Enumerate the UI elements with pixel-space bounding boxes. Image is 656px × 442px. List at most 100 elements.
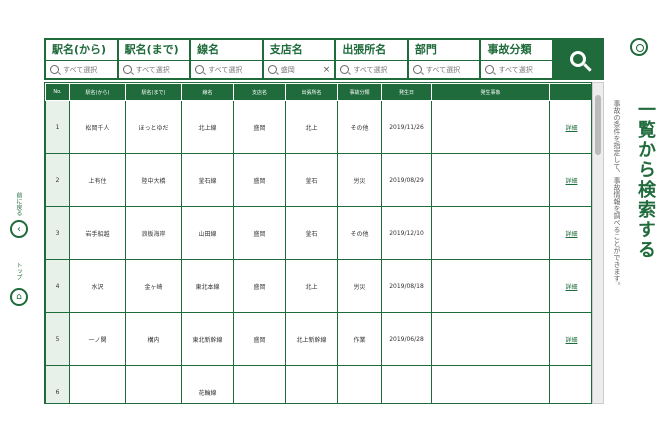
filter-5: 部門 すべて選択 bbox=[408, 40, 482, 78]
cell-to bbox=[125, 365, 182, 403]
results-table: No. 駅名(から) 駅名(まで) 線名 支店名 出張所名 事故分類 発生日 発生事象 1 松岡千… bbox=[45, 83, 591, 403]
filter-select[interactable]: すべて選択 bbox=[336, 61, 407, 78]
filter-select[interactable]: すべて選択 bbox=[481, 61, 552, 78]
search-icon bbox=[50, 65, 59, 74]
filter-title: 駅名(まで) bbox=[118, 40, 190, 61]
detail-link[interactable]: 詳細 bbox=[549, 312, 591, 366]
cell-office: 釜石 bbox=[285, 153, 338, 207]
filter-value: すべて選択 bbox=[498, 65, 533, 74]
detail-link[interactable]: 詳細 bbox=[549, 100, 591, 154]
filter-value: すべて選択 bbox=[208, 65, 243, 74]
detail-link[interactable] bbox=[549, 365, 591, 403]
cell-to: 陸中大橋 bbox=[125, 153, 182, 207]
cell-office: 北上新幹線 bbox=[285, 312, 338, 366]
cell-from: 岩手船越 bbox=[69, 206, 126, 260]
filter-select[interactable]: すべて選択 bbox=[46, 61, 117, 78]
cell-type: 労災 bbox=[337, 153, 382, 207]
table-header: No. 駅名(から) 駅名(まで) 線名 支店名 出張所名 事故分類 発生日 発生事象 bbox=[45, 83, 591, 101]
cell-date: 2019/12/10 bbox=[381, 206, 432, 260]
search-icon bbox=[267, 65, 277, 74]
table-row[interactable]: 2 上有住 陸中大橋 釜石線 盛岡 釜石 労災 2019/08/29 詳細 bbox=[45, 153, 591, 207]
cell-line: 北上線 bbox=[181, 100, 234, 154]
screen: 駅名(から) すべて選択 駅名(まで) すべて選択 線名 すべて選択 支店名 盛… bbox=[0, 0, 656, 442]
filter-title: 事故分類 bbox=[481, 40, 553, 61]
column-header: 出張所名 bbox=[285, 83, 338, 101]
search-icon bbox=[340, 65, 350, 74]
search-button[interactable] bbox=[554, 40, 603, 78]
top-nav[interactable]: トップ ⌂ bbox=[10, 262, 28, 306]
column-header: 線名 bbox=[181, 83, 234, 101]
back-nav[interactable]: 前に戻る ‹ bbox=[10, 192, 28, 238]
cell-description bbox=[431, 259, 550, 313]
cell-type: その他 bbox=[337, 100, 382, 154]
column-header: 支店名 bbox=[233, 83, 286, 101]
search-icon bbox=[630, 38, 648, 56]
cell-type: 作業 bbox=[337, 312, 382, 366]
search-icon bbox=[570, 51, 587, 67]
clear-icon[interactable]: × bbox=[323, 65, 331, 75]
filter-1: 駅名(まで) すべて選択 bbox=[118, 40, 192, 78]
filter-2: 線名 すべて選択 bbox=[191, 40, 264, 78]
cell-no: 5 bbox=[45, 312, 70, 366]
cell-no: 4 bbox=[45, 259, 70, 313]
chevron-left-icon: ‹ bbox=[17, 223, 21, 235]
filter-title: 出張所名 bbox=[336, 40, 407, 61]
filter-title: 線名 bbox=[191, 40, 262, 61]
cell-from: 水沢 bbox=[69, 259, 126, 313]
cell-line: 東北本線 bbox=[181, 259, 234, 313]
table-row[interactable]: 3 岩手船越 浪板海岸 山田線 盛岡 釜石 その他 2019/12/10 詳細 bbox=[45, 206, 591, 260]
column-header: No. bbox=[45, 83, 70, 101]
detail-link[interactable]: 詳細 bbox=[549, 259, 591, 313]
filter-select[interactable]: 盛岡 × bbox=[264, 61, 335, 78]
scrollbar-thumb[interactable] bbox=[595, 95, 601, 155]
cell-no: 3 bbox=[45, 206, 70, 260]
cell-office: 北上 bbox=[285, 100, 338, 154]
table-scrollbar[interactable] bbox=[592, 82, 604, 404]
cell-date: 2019/08/29 bbox=[381, 153, 432, 207]
table-body: 1 松岡千人 ほっとゆだ 北上線 盛岡 北上 その他 2019/11/26 詳細 2 上有住 陸中大橋… bbox=[45, 100, 591, 403]
table-row[interactable]: 6 花輪線 bbox=[45, 365, 591, 403]
table-row[interactable]: 1 松岡千人 ほっとゆだ 北上線 盛岡 北上 その他 2019/11/26 詳細 bbox=[45, 100, 591, 154]
column-header: 発生日 bbox=[381, 83, 432, 101]
detail-link[interactable]: 詳細 bbox=[549, 153, 591, 207]
home-button[interactable]: ⌂ bbox=[10, 288, 28, 306]
filter-select[interactable]: すべて選択 bbox=[119, 61, 190, 78]
cell-date bbox=[381, 365, 432, 403]
cell-description bbox=[431, 100, 550, 154]
cell-branch: 盛岡 bbox=[233, 206, 286, 260]
cell-office bbox=[285, 365, 338, 403]
cell-type: その他 bbox=[337, 206, 382, 260]
back-label: 前に戻る bbox=[15, 192, 22, 216]
table-row[interactable]: 5 一ノ関 構内 東北新幹線 盛岡 北上新幹線 作業 2019/06/28 詳細 bbox=[45, 312, 591, 366]
cell-from: 上有住 bbox=[69, 153, 126, 207]
filter-value: すべて選択 bbox=[425, 65, 461, 74]
cell-to: ほっとゆだ bbox=[125, 100, 182, 154]
cell-date: 2019/06/28 bbox=[381, 312, 432, 366]
filter-title: 駅名(から) bbox=[46, 40, 117, 61]
detail-link[interactable]: 詳細 bbox=[549, 206, 591, 260]
filter-3: 支店名 盛岡 × bbox=[263, 40, 337, 78]
filter-value: すべて選択 bbox=[353, 65, 388, 74]
search-icon bbox=[122, 65, 132, 74]
results-table-container: No. 駅名(から) 駅名(まで) 線名 支店名 出張所名 事故分類 発生日 発生事象 1 松岡千… bbox=[44, 82, 592, 404]
column-header: 発生事象 bbox=[431, 83, 550, 101]
cell-description bbox=[431, 206, 550, 260]
cell-no: 2 bbox=[45, 153, 70, 207]
filter-value: 盛岡 bbox=[280, 65, 295, 74]
cell-no: 1 bbox=[45, 100, 70, 154]
back-button[interactable]: ‹ bbox=[10, 220, 28, 238]
cell-from bbox=[69, 365, 126, 403]
cell-line: 釜石線 bbox=[181, 153, 234, 207]
filter-bar: 駅名(から) すべて選択 駅名(まで) すべて選択 線名 すべて選択 支店名 盛… bbox=[44, 38, 604, 80]
cell-description bbox=[431, 312, 550, 366]
filter-select[interactable]: すべて選択 bbox=[191, 61, 262, 78]
search-icon bbox=[485, 65, 495, 74]
cell-date: 2019/08/18 bbox=[381, 259, 432, 313]
column-header bbox=[549, 83, 591, 101]
filter-0: 駅名(から) すべて選択 bbox=[46, 40, 119, 78]
table-row[interactable]: 4 水沢 金ヶ崎 東北本線 盛岡 北上 労災 2019/08/18 詳細 bbox=[45, 259, 591, 313]
cell-from: 一ノ関 bbox=[69, 312, 126, 366]
cell-office: 釜石 bbox=[285, 206, 338, 260]
filter-select[interactable]: すべて選択 bbox=[409, 61, 480, 78]
cell-description bbox=[431, 153, 550, 207]
